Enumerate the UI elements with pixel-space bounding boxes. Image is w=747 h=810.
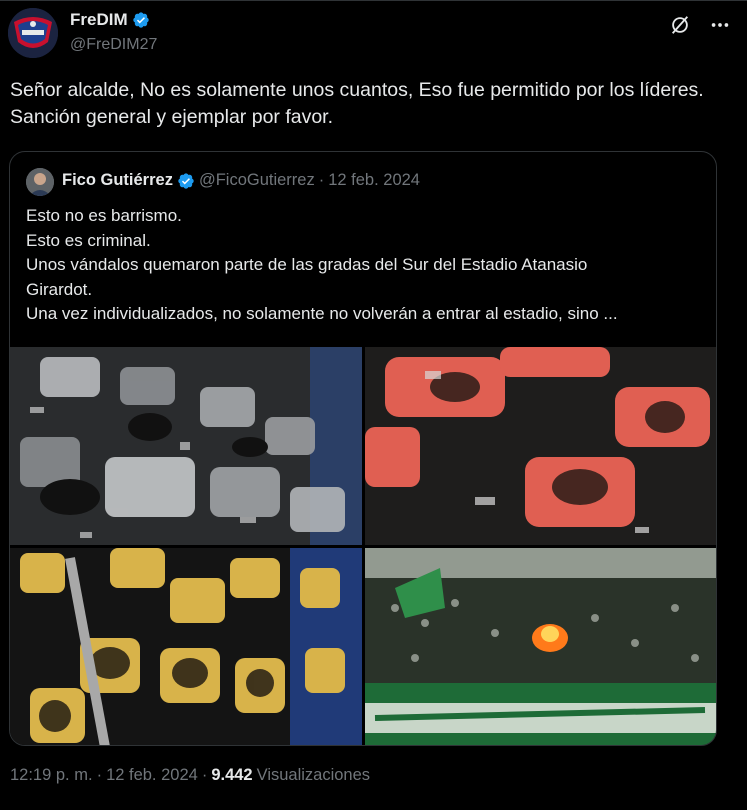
tweet-header: FreDIM @FreDIM27	[8, 8, 739, 58]
quoted-tweet[interactable]: Fico Gutiérrez @FicoGutierrez · 12 feb. …	[9, 151, 717, 746]
views-count[interactable]: 9.442	[211, 766, 252, 785]
author-display-name[interactable]: FreDIM	[70, 10, 128, 30]
quote-text-line: Girardot.	[26, 279, 93, 299]
more-dots-icon[interactable]	[707, 12, 733, 38]
photo-burnt-grey-seats[interactable]	[10, 347, 362, 545]
quote-meta: Fico Gutiérrez @FicoGutierrez · 12 feb. …	[62, 171, 420, 190]
quote-text-line: Unos vándalos quemaron parte de las grad…	[26, 255, 588, 274]
quote-display-name[interactable]: Fico Gutiérrez	[62, 171, 173, 190]
team-shield-avatar-icon	[8, 8, 58, 58]
tweet-text: Señor alcalde, No es solamente unos cuan…	[10, 79, 704, 128]
quote-text: Esto no es barrismo. Esto es criminal. U…	[26, 204, 706, 327]
media-grid	[10, 347, 716, 745]
post-time[interactable]: 12:19 p. m.	[10, 766, 93, 785]
author-handle[interactable]: @FreDIM27	[70, 36, 157, 54]
grok-slash-icon[interactable]	[667, 12, 693, 38]
footer-separator: ·	[96, 766, 103, 784]
views-label: Visualizaciones	[256, 766, 371, 784]
quote-handle[interactable]: @FicoGutierrez	[199, 171, 315, 190]
avatar[interactable]	[8, 8, 58, 58]
photo-burnt-yellow-seats[interactable]	[10, 548, 362, 745]
footer-separator: ·	[201, 766, 208, 784]
post-date[interactable]: 12 feb. 2024	[106, 766, 198, 785]
top-divider	[0, 0, 747, 1]
quote-text-line: Esto no es barrismo.	[26, 206, 182, 225]
photo-stadium-fire-crowd[interactable]	[365, 548, 716, 745]
author-name-row: FreDIM	[70, 10, 150, 30]
quote-verified-badge-icon	[178, 172, 194, 189]
quote-separator: ·	[318, 171, 325, 189]
quote-text-line: Una vez individualizados, no solamente n…	[26, 304, 618, 323]
tweet-footer: 12:19 p. m. · 12 feb. 2024 · 9.442 Visua…	[10, 766, 370, 785]
header-actions	[667, 12, 733, 38]
quote-text-line: Esto es criminal.	[26, 230, 151, 250]
verified-badge-icon	[132, 12, 149, 28]
quote-date[interactable]: 12 feb. 2024	[328, 171, 420, 190]
quote-avatar[interactable]	[26, 168, 54, 196]
photo-burnt-red-seats[interactable]	[365, 347, 716, 545]
